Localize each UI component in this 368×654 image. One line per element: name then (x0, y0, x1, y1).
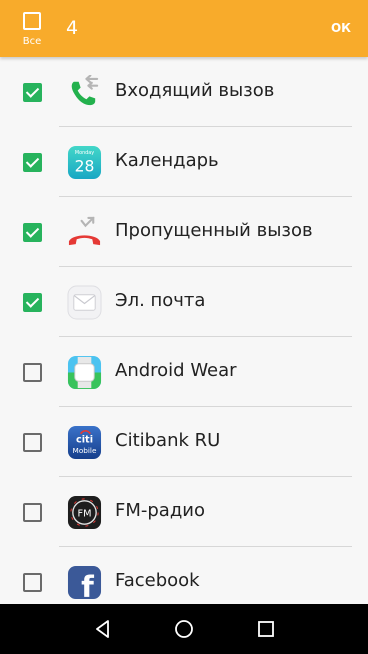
list-item[interactable]: Пропущенный вызов (0, 197, 368, 267)
app-label: Citibank RU (115, 430, 221, 451)
list-item[interactable]: Android Wear (0, 337, 368, 407)
citibank-icon-subtext: Mobile (73, 446, 97, 455)
app-list: Входящий вызов Monday 28 Календарь Пропу… (0, 57, 368, 604)
item-checkbox[interactable] (23, 363, 42, 382)
citibank-icon: citi Mobile (67, 425, 102, 460)
select-all-checkbox[interactable] (23, 12, 41, 30)
list-item[interactable]: Эл. почта (0, 267, 368, 337)
list-item[interactable]: f Facebook (0, 547, 368, 604)
select-all-label: Все (22, 36, 42, 47)
selected-count: 4 (66, 17, 79, 39)
list-item[interactable]: Monday 28 Календарь (0, 127, 368, 197)
fm-radio-icon-text: FM (78, 508, 92, 519)
app-label: Календарь (115, 150, 219, 171)
calendar-icon: Monday 28 (67, 145, 102, 180)
incoming-call-icon (71, 75, 99, 106)
item-checkbox[interactable] (23, 433, 42, 452)
citibank-icon-text: citi (76, 435, 93, 446)
item-checkbox[interactable] (23, 153, 42, 172)
item-checkbox[interactable] (23, 83, 42, 102)
app-label: Android Wear (115, 360, 237, 381)
app-label: FM-радио (115, 500, 205, 521)
list-item[interactable]: Входящий вызов (0, 57, 368, 127)
calendar-icon-weekday: Monday (75, 150, 94, 156)
item-checkbox[interactable] (23, 503, 42, 522)
android-wear-icon (67, 355, 102, 390)
back-icon[interactable] (92, 618, 114, 640)
app-label: Входящий вызов (115, 80, 275, 101)
calendar-icon-day: 28 (75, 157, 95, 175)
item-checkbox[interactable] (23, 573, 42, 592)
ok-button[interactable]: ОК (331, 21, 351, 35)
missed-call-icon (68, 216, 101, 246)
app-bar: Все 4 ОК (0, 0, 368, 57)
item-checkbox[interactable] (23, 293, 42, 312)
recents-icon[interactable] (255, 618, 277, 640)
facebook-icon-letter: f (81, 570, 94, 600)
app-label: Пропущенный вызов (115, 220, 313, 241)
app-label: Эл. почта (115, 290, 206, 311)
list-item[interactable]: FM FM-радио (0, 477, 368, 547)
app-label: Facebook (115, 570, 200, 591)
email-icon (67, 285, 102, 320)
navigation-bar (0, 604, 368, 654)
list-item[interactable]: citi Mobile Citibank RU (0, 407, 368, 477)
facebook-icon: f (67, 565, 102, 600)
home-icon[interactable] (173, 618, 195, 640)
fm-radio-icon: FM (67, 495, 102, 530)
item-checkbox[interactable] (23, 223, 42, 242)
